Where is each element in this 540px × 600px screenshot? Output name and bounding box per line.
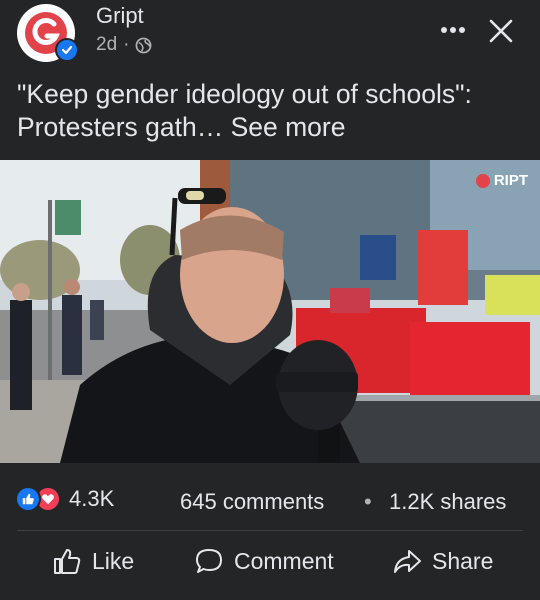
like-button[interactable]: Like	[52, 546, 134, 576]
verified-badge-icon	[55, 38, 79, 62]
post-text: "Keep gender ideology out of schools": P…	[17, 78, 527, 144]
globe-icon	[136, 37, 152, 53]
meta-separator: ·	[123, 34, 130, 55]
gript-logo-icon	[475, 173, 490, 188]
post-time[interactable]: 2d	[96, 34, 117, 56]
post-header: Gript 2d ·	[0, 0, 540, 70]
divider	[17, 530, 523, 531]
video-frame	[0, 160, 540, 463]
post-actions: Like Comment Share	[0, 540, 540, 590]
watermark-text: RIPT	[493, 172, 528, 189]
engagement-separator: •	[364, 489, 372, 514]
video-watermark: RIPT	[475, 172, 528, 189]
comment-icon	[196, 549, 222, 573]
shares-count[interactable]: 1.2K shares	[389, 489, 506, 515]
like-reaction-icon	[15, 486, 41, 512]
like-icon	[54, 549, 81, 574]
share-label: Share	[432, 547, 494, 574]
comment-button[interactable]: Comment	[194, 546, 334, 576]
comments-count[interactable]: 645 comments	[180, 489, 324, 515]
reactions-summary[interactable]: 4.3K	[15, 486, 114, 512]
comment-label: Comment	[234, 547, 334, 574]
like-label: Like	[92, 547, 135, 574]
share-button[interactable]: Share	[392, 546, 493, 576]
share-icon	[394, 550, 421, 573]
post-video[interactable]: RIPT	[0, 160, 540, 463]
post-meta: 2d ·	[96, 34, 152, 56]
see-more-link[interactable]: See more	[231, 112, 346, 142]
close-icon[interactable]	[488, 18, 514, 44]
more-options-icon[interactable]	[438, 18, 468, 42]
reactions-count: 4.3K	[69, 486, 115, 511]
page-name[interactable]: Gript	[96, 3, 144, 29]
